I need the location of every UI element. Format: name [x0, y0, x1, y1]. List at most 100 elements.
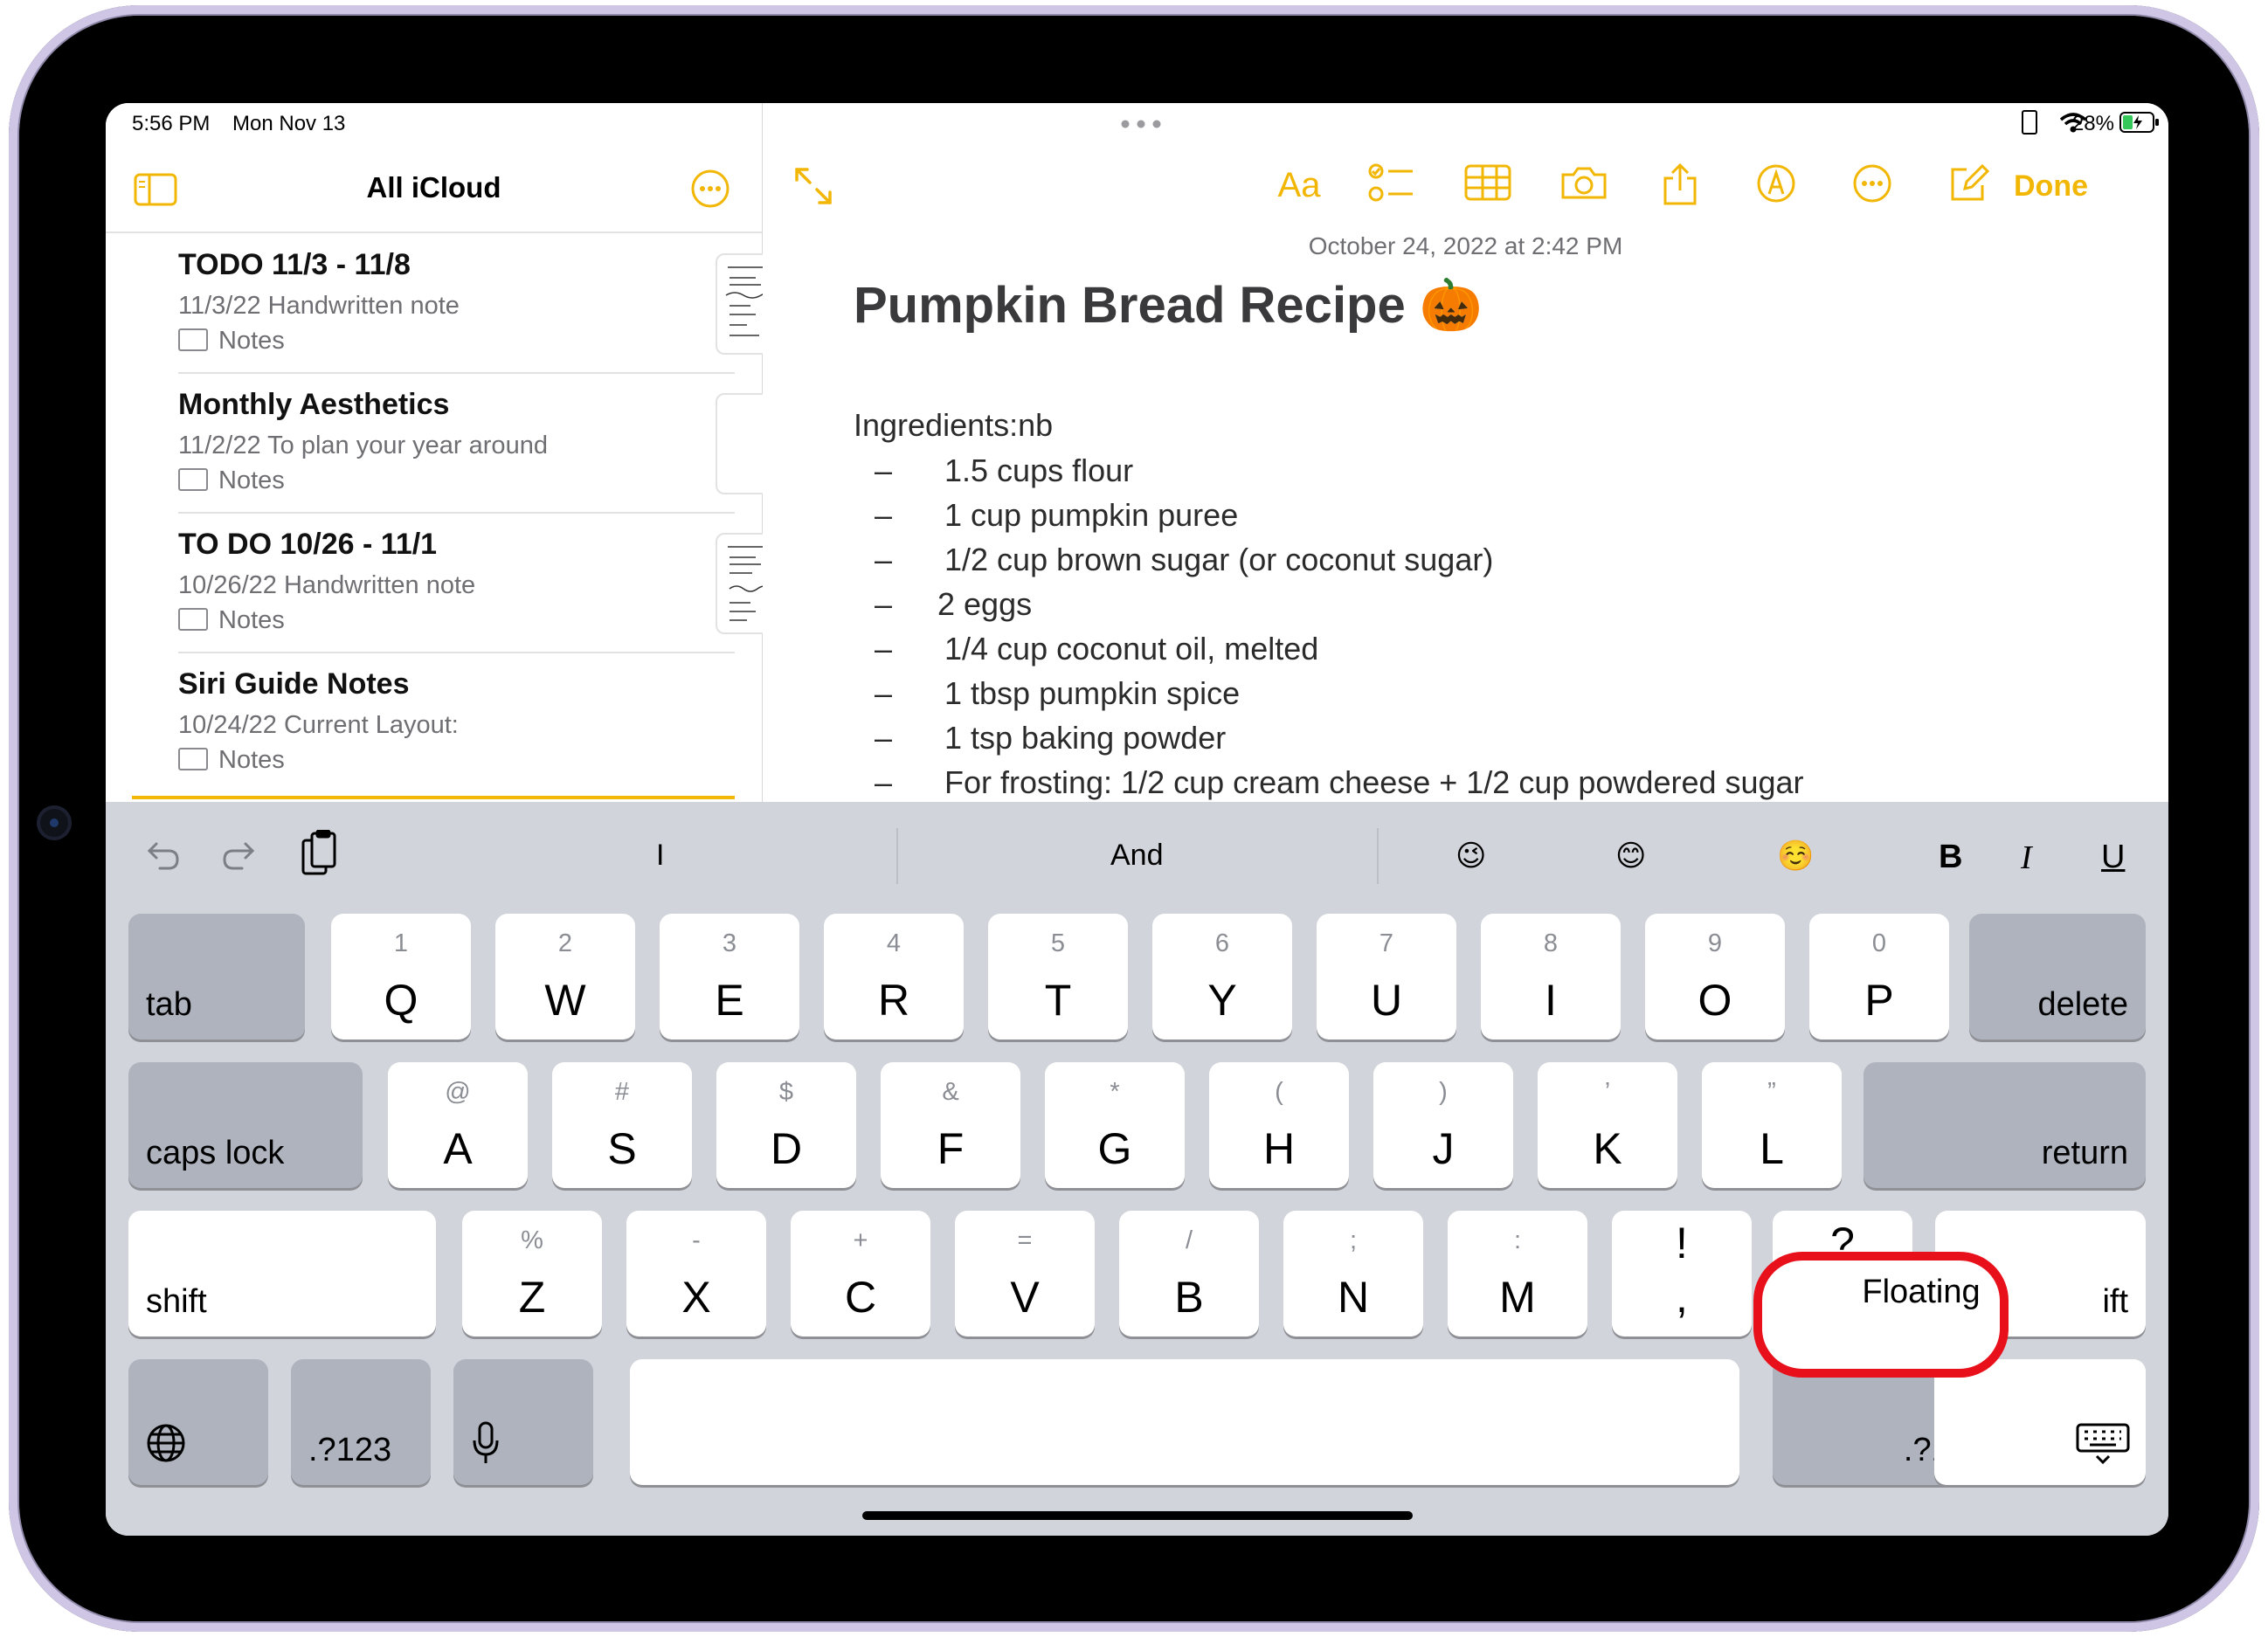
divider [896, 828, 898, 884]
more-icon[interactable] [1846, 162, 1898, 208]
key-z[interactable]: % Z [462, 1211, 602, 1337]
emoji-suggestion[interactable]: 😊 [1615, 839, 1646, 874]
suggestion-left[interactable]: I [656, 839, 664, 873]
key-q[interactable]: 1Q [331, 914, 471, 1040]
note-folder: Notes [178, 746, 285, 775]
key-comma[interactable]: !, [1612, 1211, 1752, 1337]
key-h[interactable]: (H [1209, 1062, 1349, 1188]
keyboard-dismiss-key[interactable] [1934, 1359, 2146, 1485]
table-icon[interactable] [1462, 162, 1514, 208]
delete-key[interactable]: delete [1969, 914, 2146, 1040]
status-time: 5:56 PM [132, 112, 211, 135]
suggestion-center[interactable]: And [1110, 839, 1164, 873]
key-r[interactable]: 4R [824, 914, 964, 1040]
space-bar[interactable] [630, 1359, 1739, 1485]
key-c[interactable]: + C [791, 1211, 930, 1337]
globe-key[interactable] [128, 1359, 268, 1485]
bullet-dash: – [875, 720, 893, 756]
note-title[interactable]: Pumpkin Bread Recipe 🎃 [854, 276, 1483, 335]
key-v[interactable]: = V [955, 1211, 1095, 1337]
ingredient-item[interactable]: 1.5 cups flour [944, 452, 1133, 489]
bullet-dash: – [875, 631, 893, 667]
note-item[interactable]: TODO 11/3 - 11/8 11/3/22 Handwritten not… [132, 234, 817, 374]
note-folder: Notes [178, 466, 285, 495]
ingredient-item[interactable]: 1 tbsp pumpkin spice [944, 675, 1240, 712]
note-item[interactable]: TO DO 10/26 - 11/1 10/26/22 Handwritten … [132, 514, 817, 653]
done-button[interactable]: Done [2014, 169, 2088, 204]
key-l[interactable]: ” L [1702, 1062, 1842, 1188]
key-u[interactable]: 7U [1317, 914, 1456, 1040]
ingredient-item[interactable]: 2 eggs [937, 586, 1032, 623]
note-folder: Notes [178, 606, 285, 635]
bullet-dash: – [875, 586, 893, 622]
microphone-icon [471, 1419, 501, 1471]
key-y[interactable]: 6Y [1152, 914, 1292, 1040]
key-t[interactable]: 5T [988, 914, 1128, 1040]
notes-sidebar: 5:56 PM Mon Nov 13 All iCloud TODO 11/3 … [106, 103, 817, 802]
underline-button[interactable]: U [2101, 839, 2125, 876]
key-s[interactable]: # S [552, 1062, 692, 1188]
expand-icon[interactable] [793, 166, 833, 206]
folder-icon [178, 328, 208, 351]
divider [1377, 828, 1379, 884]
globe-icon [146, 1423, 186, 1468]
more-icon[interactable] [689, 168, 731, 210]
ingredient-item[interactable]: For frosting: 1/2 cup cream cheese + 1/2… [944, 764, 1804, 801]
home-indicator [862, 1511, 1413, 1520]
multitasking-dots-icon[interactable] [1121, 117, 1161, 128]
note-meta: 11/2/22 To plan your year around [178, 432, 548, 459]
numbers-key-left[interactable]: .?123 [291, 1359, 431, 1485]
key-p[interactable]: 0P [1809, 914, 1949, 1040]
key-k[interactable]: ’ K [1538, 1062, 1677, 1188]
note-item[interactable]: Siri Guide Notes 10/24/22 Current Layout… [132, 653, 735, 793]
floating-option[interactable]: Floating [1781, 1274, 2061, 1311]
key-a[interactable]: @ A [388, 1062, 528, 1188]
emoji-suggestion[interactable]: ☺️ [1777, 839, 1814, 874]
note-folder: Notes [178, 327, 285, 356]
key-o[interactable]: 9O [1645, 914, 1785, 1040]
bullet-dash: – [875, 675, 893, 711]
status-date: Mon Nov 13 [232, 112, 346, 135]
camera-icon[interactable] [1558, 162, 1610, 208]
ingredient-item[interactable]: 1/2 cup brown sugar (or coconut sugar) [944, 542, 1493, 578]
format-aa-icon[interactable]: Aa [1271, 162, 1327, 208]
tab-key[interactable]: tab [128, 914, 305, 1040]
note-meta: 10/24/22 Current Layout: [178, 711, 459, 739]
italic-button[interactable]: I [2021, 839, 2032, 877]
dictation-key[interactable] [453, 1359, 593, 1485]
caps-lock-key[interactable]: caps lock [128, 1062, 363, 1188]
key-n[interactable]: ; N [1283, 1211, 1423, 1337]
key-i[interactable]: 8I [1481, 914, 1621, 1040]
return-key[interactable]: return [1863, 1062, 2146, 1188]
note-title: Siri Guide Notes [178, 667, 410, 701]
selected-note-indicator [132, 796, 735, 799]
key-x[interactable]: -X [626, 1211, 766, 1337]
shift-key[interactable]: shift [128, 1211, 436, 1337]
checklist-icon[interactable] [1366, 162, 1418, 208]
key-e[interactable]: 3E [660, 914, 799, 1040]
key-g[interactable]: * G [1045, 1062, 1185, 1188]
emoji-suggestion[interactable]: 😉 [1456, 839, 1486, 874]
redo-icon[interactable] [221, 835, 259, 874]
ingredients-label[interactable]: Ingredients:nb [854, 407, 1053, 444]
note-editor: 28% Aa Done October 24, 2022 at 2:42 PM … [763, 103, 2168, 802]
bold-button[interactable]: B [1939, 839, 1962, 876]
compose-icon[interactable] [1942, 162, 1995, 208]
share-icon[interactable] [1654, 162, 1706, 208]
markup-icon[interactable] [1750, 162, 1802, 208]
key-w[interactable]: 2W [495, 914, 635, 1040]
key-f[interactable]: & F [881, 1062, 1020, 1188]
note-item[interactable]: Monthly Aesthetics 11/2/22 To plan your … [132, 374, 817, 514]
key-j[interactable]: ) J [1373, 1062, 1513, 1188]
ingredient-item[interactable]: 1/4 cup coconut oil, melted [944, 631, 1318, 667]
key-d[interactable]: $ D [716, 1062, 856, 1188]
ingredient-item[interactable]: 1 tsp baking powder [944, 720, 1226, 756]
key-m[interactable]: :M [1448, 1211, 1587, 1337]
key-b[interactable]: / B [1119, 1211, 1259, 1337]
bullet-dash: – [875, 542, 893, 577]
battery-icon [2119, 112, 2160, 133]
ingredient-item[interactable]: 1 cup pumpkin puree [944, 497, 1238, 534]
bullet-dash: – [875, 497, 893, 533]
paste-icon[interactable] [300, 829, 338, 877]
undo-icon[interactable] [142, 835, 181, 874]
